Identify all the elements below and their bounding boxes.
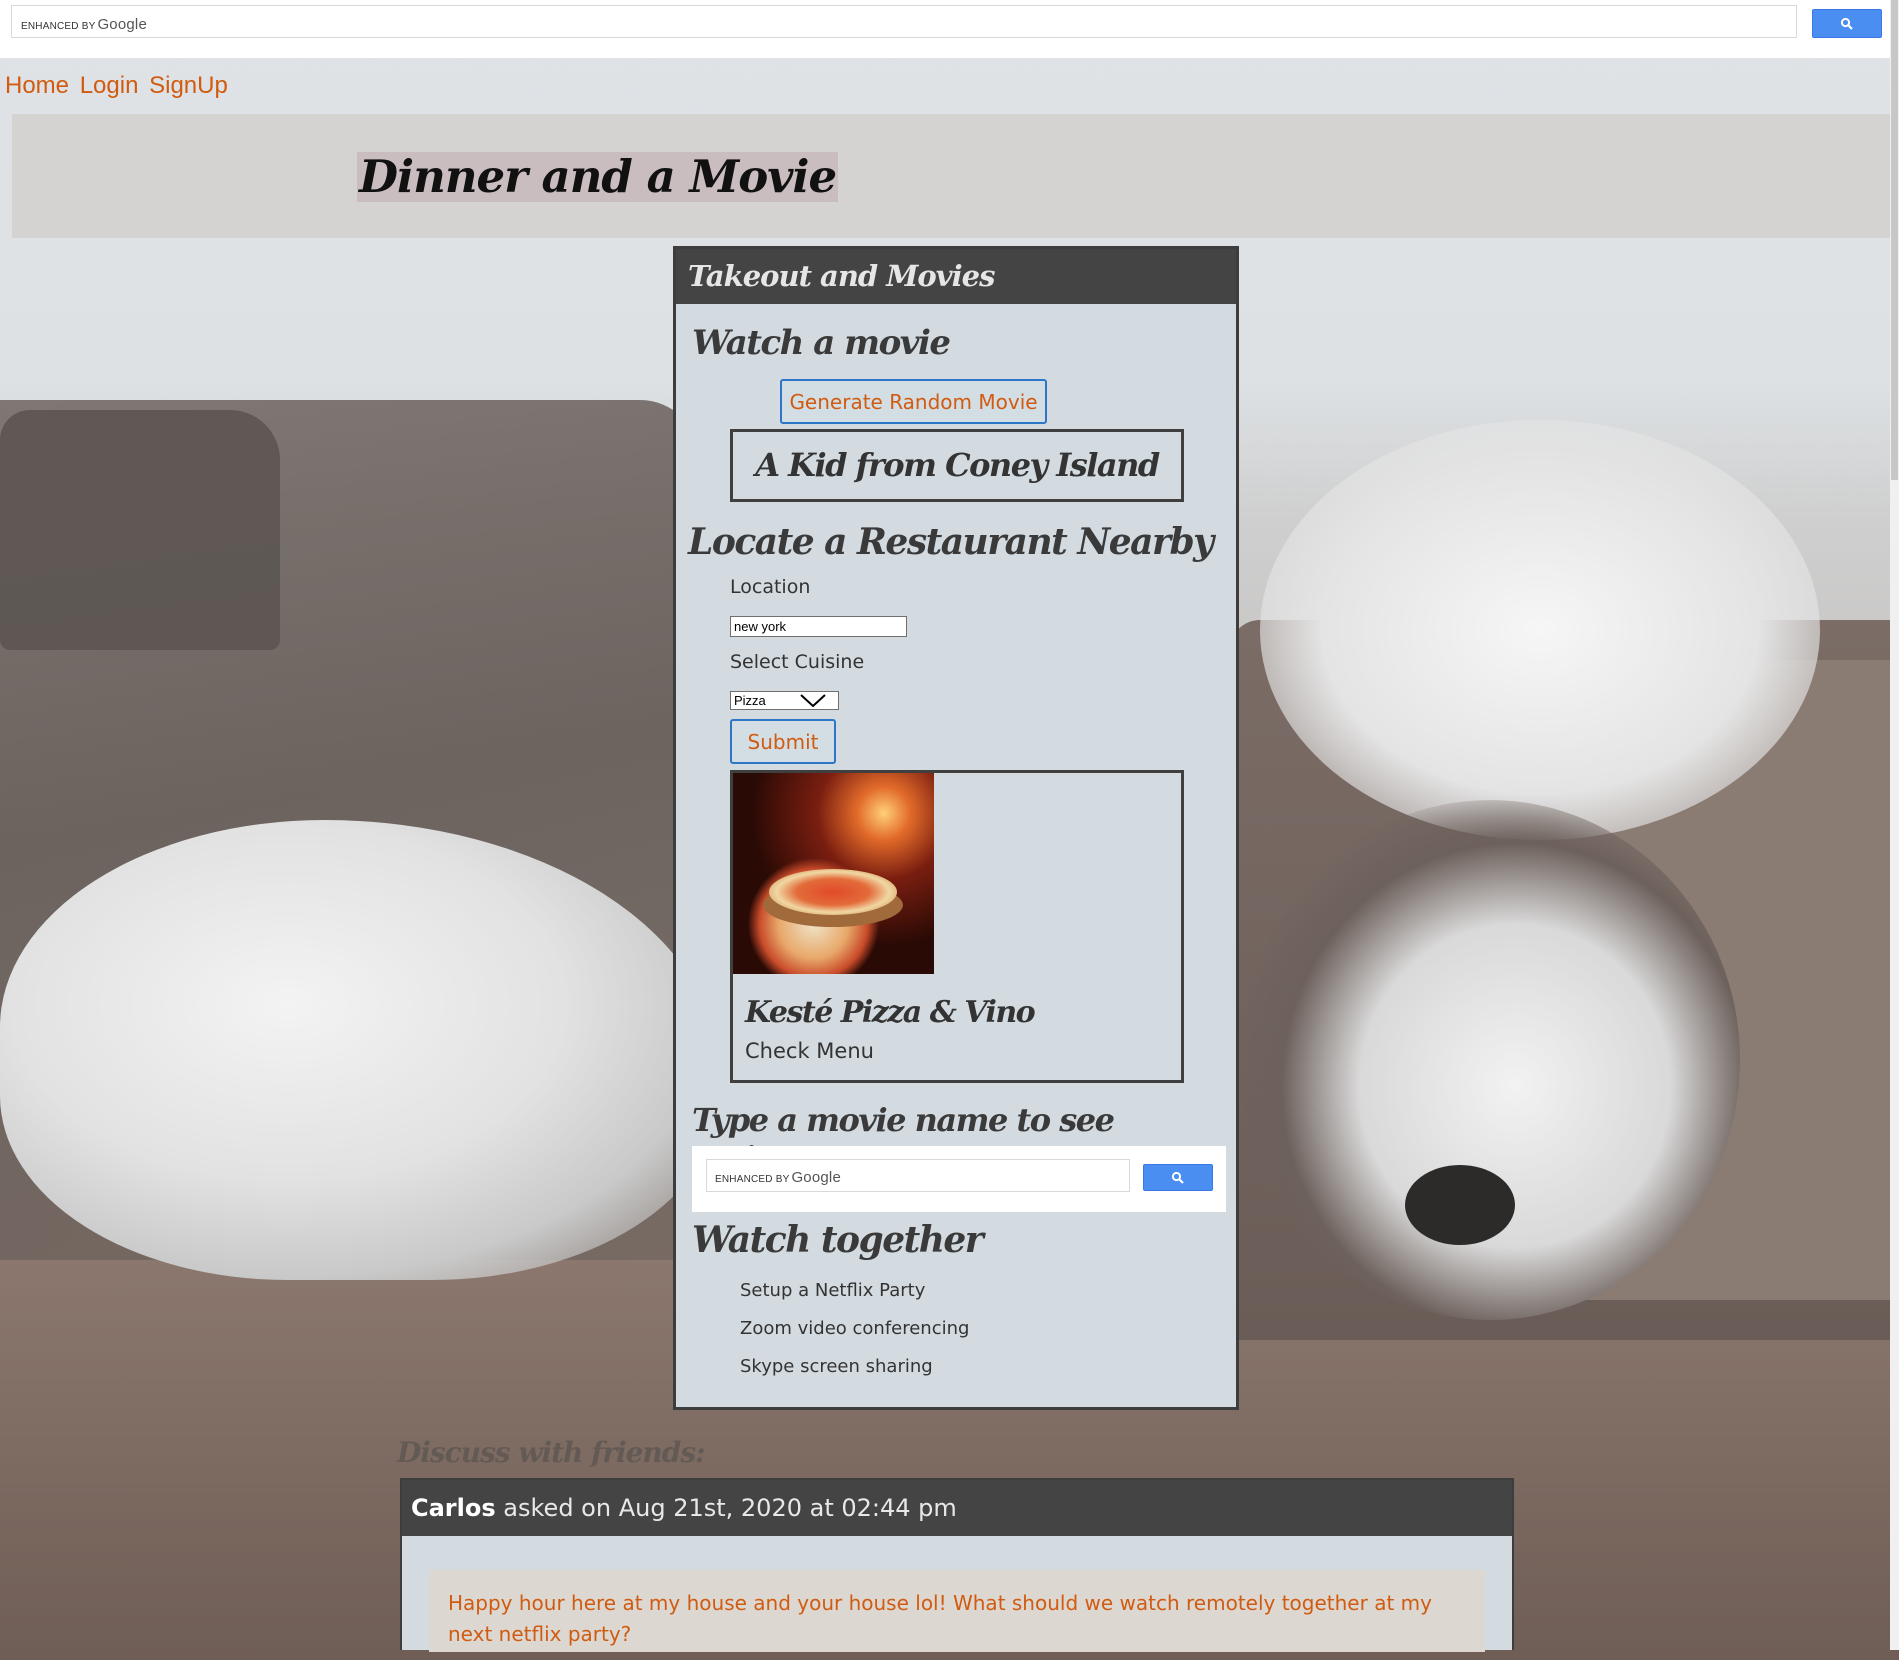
cuisine-label: Select Cuisine <box>730 651 865 673</box>
nav-signup-link[interactable]: SignUp <box>149 72 228 99</box>
review-search-input[interactable]: ENHANCED BY Google <box>706 1159 1130 1192</box>
chevron-down-icon <box>800 694 826 707</box>
location-label: Location <box>730 576 811 598</box>
background-dog <box>1240 800 1740 1320</box>
discussion-post: Carlos asked on Aug 21st, 2020 at 02:44 … <box>400 1478 1514 1652</box>
background-pillow <box>0 410 280 650</box>
post-author: Carlos <box>411 1494 496 1522</box>
watch-movie-heading: Watch a movie <box>692 323 951 363</box>
takeout-movies-panel: Takeout and Movies Watch a movie Generat… <box>673 246 1239 1410</box>
main-nav: Home Login SignUp <box>5 72 232 100</box>
random-movie-result: A Kid from Coney Island <box>730 429 1184 502</box>
skype-link[interactable]: Skype screen sharing <box>740 1356 933 1377</box>
site-search-input[interactable]: ENHANCED BY Google <box>11 5 1797 38</box>
nav-home-link[interactable]: Home <box>5 72 69 99</box>
post-text[interactable]: Happy hour here at my house and your hou… <box>448 1588 1468 1650</box>
background-blanket-right <box>1260 420 1820 840</box>
post-body: Happy hour here at my house and your hou… <box>429 1570 1485 1652</box>
restaurant-name: Kesté Pizza & Vino <box>745 995 1036 1030</box>
restaurant-heading: Locate a Restaurant Nearby <box>688 521 1214 563</box>
movie-title: A Kid from Coney Island <box>755 446 1160 484</box>
panel-header: Takeout and Movies <box>676 249 1236 304</box>
search-icon <box>1840 17 1853 30</box>
enhanced-by-google: ENHANCED BY Google <box>715 1169 842 1186</box>
site-search-button[interactable] <box>1812 9 1882 38</box>
zoom-link[interactable]: Zoom video conferencing <box>740 1318 969 1339</box>
restaurant-result-card: Kesté Pizza & Vino Check Menu <box>730 770 1184 1083</box>
scrollbar-thumb[interactable] <box>1891 0 1898 480</box>
cuisine-selected-value: Pizza <box>734 693 766 708</box>
generate-random-movie-button[interactable]: Generate Random Movie <box>780 379 1047 424</box>
top-search-bar: ENHANCED BY Google <box>0 0 1899 58</box>
submit-button[interactable]: Submit <box>730 719 836 764</box>
search-icon <box>1171 1171 1184 1184</box>
location-input[interactable]: new york <box>730 616 907 637</box>
review-search-button[interactable] <box>1143 1164 1213 1191</box>
pizza <box>769 869 897 915</box>
background-dog-nose <box>1405 1165 1515 1245</box>
discuss-heading: Discuss with friends: <box>397 1436 705 1469</box>
enhanced-by-google: ENHANCED BY Google <box>21 16 148 33</box>
nav-login-link[interactable]: Login <box>80 72 139 99</box>
panel-title: Takeout and Movies <box>688 259 995 293</box>
review-search-box: ENHANCED BY Google <box>692 1146 1226 1212</box>
cuisine-select[interactable]: Pizza <box>730 691 839 710</box>
site-header: Dinner and a Movie <box>12 114 1899 238</box>
watch-together-heading: Watch together <box>692 1219 984 1261</box>
netflix-party-link[interactable]: Setup a Netflix Party <box>740 1280 925 1301</box>
post-byline: Carlos asked on Aug 21st, 2020 at 02:44 … <box>411 1494 957 1522</box>
site-title: Dinner and a Movie <box>357 150 839 203</box>
restaurant-image <box>733 773 934 974</box>
post-header: Carlos asked on Aug 21st, 2020 at 02:44 … <box>402 1480 1512 1536</box>
check-menu-link[interactable]: Check Menu <box>745 1039 874 1063</box>
post-meta: asked on Aug 21st, 2020 at 02:44 pm <box>503 1494 957 1522</box>
